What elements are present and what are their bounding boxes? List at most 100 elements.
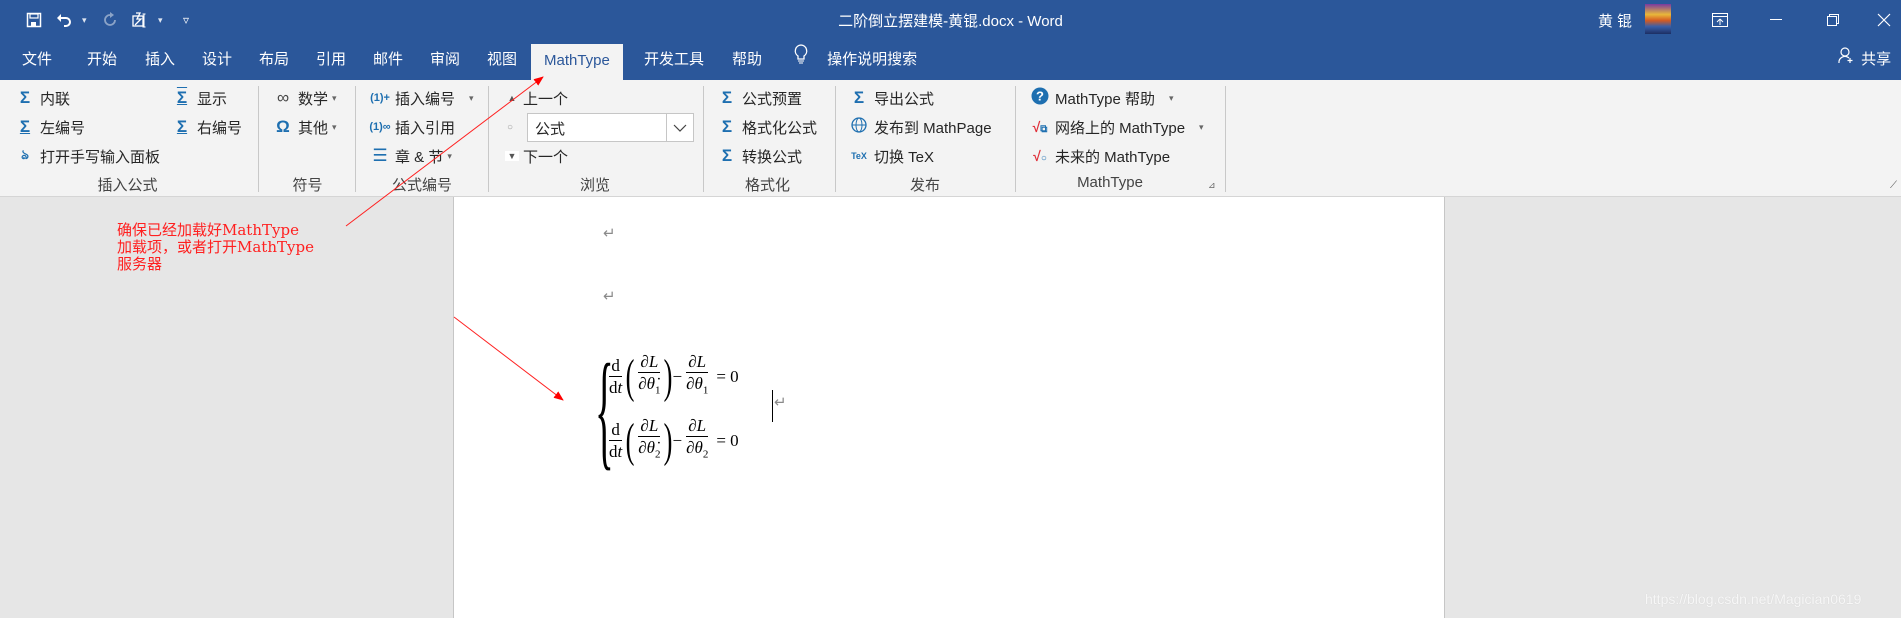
right-number-button[interactable]: Σ 右编号 — [171, 115, 242, 139]
tab-references[interactable]: 引用 — [316, 40, 346, 80]
chevron-down-icon: ▾ — [332, 121, 337, 132]
export-equations-button[interactable]: Σ 导出公式 — [848, 86, 934, 110]
mathtype-future-button[interactable]: √○ 未来的 MathType — [1029, 144, 1170, 168]
group-label-symbols: 符号 — [292, 177, 323, 194]
tab-layout[interactable]: 布局 — [259, 40, 289, 80]
tab-file[interactable]: 文件 — [22, 40, 52, 80]
chevron-down-icon[interactable]: ▾ — [1199, 122, 1204, 133]
next-button[interactable]: ▼ 下一个 — [505, 144, 568, 168]
right-number-label: 右编号 — [197, 119, 243, 137]
right-paren: ) — [664, 350, 673, 403]
equals-zero: = 0 — [716, 367, 739, 386]
sigma-display-icon: Σ — [176, 88, 188, 107]
ribbon-panel: Σ 内联 Σ 显示 Σ 左编号 Σ 右编号 ঌ 打开手写输入面板 插入公式 ∞ … — [0, 80, 1901, 197]
collapse-ribbon-icon[interactable]: ⟋ — [1890, 180, 1897, 191]
group-label-mathtype: MathType — [1077, 174, 1143, 191]
tell-me-search[interactable]: 操作说明搜索 — [793, 40, 917, 80]
chevron-down-icon: ▾ — [332, 92, 337, 103]
equation-row-1: d dt ( ∂L ∂θ̇1 ) − ∂L ∂θ1 = 0 — [605, 345, 739, 409]
export-equations-label: 导出公式 — [874, 90, 935, 108]
format-equation-button[interactable]: Σ 格式化公式 — [716, 115, 817, 139]
sigma-right-number-icon: Σ — [176, 117, 188, 136]
insert-reference-icon: (1)∞ — [369, 121, 391, 133]
paragraph-mark: ↵ — [603, 288, 616, 305]
left-paren: ( — [625, 414, 635, 467]
insert-number-button[interactable]: (1)+ 插入编号 ▾ — [369, 86, 474, 110]
group-separator — [1015, 86, 1016, 192]
chevron-down-icon[interactable] — [666, 114, 693, 141]
mathtype-online-button[interactable]: √⧉ 网络上的 MathType ▾ — [1029, 115, 1204, 139]
avatar[interactable] — [1645, 4, 1671, 34]
ribbon-display-options-button[interactable] — [1697, 0, 1743, 40]
publish-mathpage-label: 发布到 MathPage — [874, 119, 992, 137]
mathtype-help-label: MathType 帮助 — [1055, 90, 1156, 108]
inline-button[interactable]: Σ 内联 — [14, 86, 70, 110]
mathtype-help-button[interactable]: ? MathType 帮助 ▾ — [1029, 86, 1174, 110]
next-label: 下一个 — [523, 148, 569, 166]
group-label-publish: 发布 — [909, 177, 940, 194]
tab-insert[interactable]: 插入 — [145, 40, 175, 80]
previous-label: 上一个 — [523, 90, 569, 108]
sigma-left-number-icon: Σ — [19, 117, 31, 136]
chevron-down-icon[interactable]: ▾ — [469, 93, 474, 104]
math-symbols-button[interactable]: ∞ 数学 ▾ — [272, 86, 337, 110]
restore-button[interactable] — [1810, 0, 1856, 40]
down-arrow-icon: ▼ — [505, 151, 519, 161]
tab-mailings[interactable]: 邮件 — [373, 40, 403, 80]
close-button[interactable] — [1866, 0, 1901, 40]
tab-review[interactable]: 审阅 — [430, 40, 460, 80]
sigma-icon: Σ — [19, 88, 31, 107]
mathtype-online-label: 网络上的 MathType — [1055, 119, 1186, 137]
mathtype-future-label: 未来的 MathType — [1055, 148, 1171, 166]
tab-home[interactable]: 开始 — [87, 40, 117, 80]
share-button[interactable]: 共享 — [1838, 40, 1891, 80]
minimize-button[interactable] — [1753, 0, 1799, 40]
chapter-section-button[interactable]: ☰ 章 & 节 ▾ — [369, 144, 452, 168]
equation-system[interactable]: { d dt ( ∂L ∂θ̇1 ) − ∂L ∂θ1 = 0 d dt ( ∂L ∂θ̇… — [595, 345, 739, 475]
other-symbols-button[interactable]: Ω 其他 ▾ — [272, 115, 337, 139]
dialog-launcher-icon[interactable]: ⊿ — [1208, 180, 1216, 191]
user-name[interactable]: 黄 锟 — [1598, 10, 1632, 31]
insert-reference-button[interactable]: (1)∞ 插入引用 — [369, 115, 455, 139]
tab-design[interactable]: 设计 — [202, 40, 232, 80]
tab-mathtype[interactable]: MathType — [531, 44, 623, 80]
chevron-down-icon[interactable]: ▾ — [1169, 93, 1174, 104]
tab-developer[interactable]: 开发工具 — [644, 40, 704, 80]
sigma-save-icon: Σ — [853, 88, 865, 107]
equation-preset-label: 公式预置 — [742, 90, 803, 108]
toggle-tex-label: 切换 TeX — [874, 148, 935, 166]
tex-icon: TeX — [851, 151, 867, 161]
handwriting-panel-button[interactable]: ঌ 打开手写输入面板 — [14, 144, 160, 168]
text-cursor — [772, 390, 773, 422]
share-person-icon — [1838, 40, 1854, 80]
left-number-button[interactable]: Σ 左编号 — [14, 115, 85, 139]
tab-view[interactable]: 视图 — [487, 40, 517, 80]
handwriting-label: 打开手写输入面板 — [40, 148, 161, 166]
publish-mathpage-button[interactable]: 发布到 MathPage — [848, 115, 992, 139]
convert-equation-button[interactable]: Σ 转换公式 — [716, 144, 802, 168]
sigma-brush-icon: Σ — [721, 88, 733, 107]
partial-fraction: ∂L ∂θ̇1 — [638, 352, 661, 397]
handwriting-icon: ঌ — [21, 146, 29, 162]
paragraph-mark: ↵ — [774, 394, 787, 411]
toggle-tex-button[interactable]: TeX 切换 TeX — [848, 144, 934, 168]
tab-help[interactable]: 帮助 — [732, 40, 762, 80]
up-arrow-icon: ▲ — [507, 93, 517, 103]
group-separator — [1225, 86, 1226, 192]
format-equation-label: 格式化公式 — [742, 119, 818, 137]
group-separator — [258, 86, 259, 192]
share-label: 共享 — [1861, 51, 1892, 68]
equals-zero: = 0 — [716, 431, 739, 450]
left-paren: ( — [625, 350, 635, 403]
previous-button[interactable]: ▲ 上一个 — [505, 86, 568, 110]
inline-label: 内联 — [40, 90, 71, 108]
group-separator — [835, 86, 836, 192]
equation-preset-button[interactable]: Σ 公式预置 — [716, 86, 802, 110]
lightbulb-icon — [793, 40, 815, 80]
display-button[interactable]: Σ 显示 — [171, 86, 227, 110]
chevron-down-icon: ▾ — [447, 150, 452, 161]
browse-type-select[interactable]: 公式 — [527, 113, 694, 142]
display-label: 显示 — [197, 90, 228, 108]
insert-number-icon: (1)+ — [370, 92, 390, 104]
partial-fraction: ∂L ∂θ1 — [686, 352, 709, 397]
